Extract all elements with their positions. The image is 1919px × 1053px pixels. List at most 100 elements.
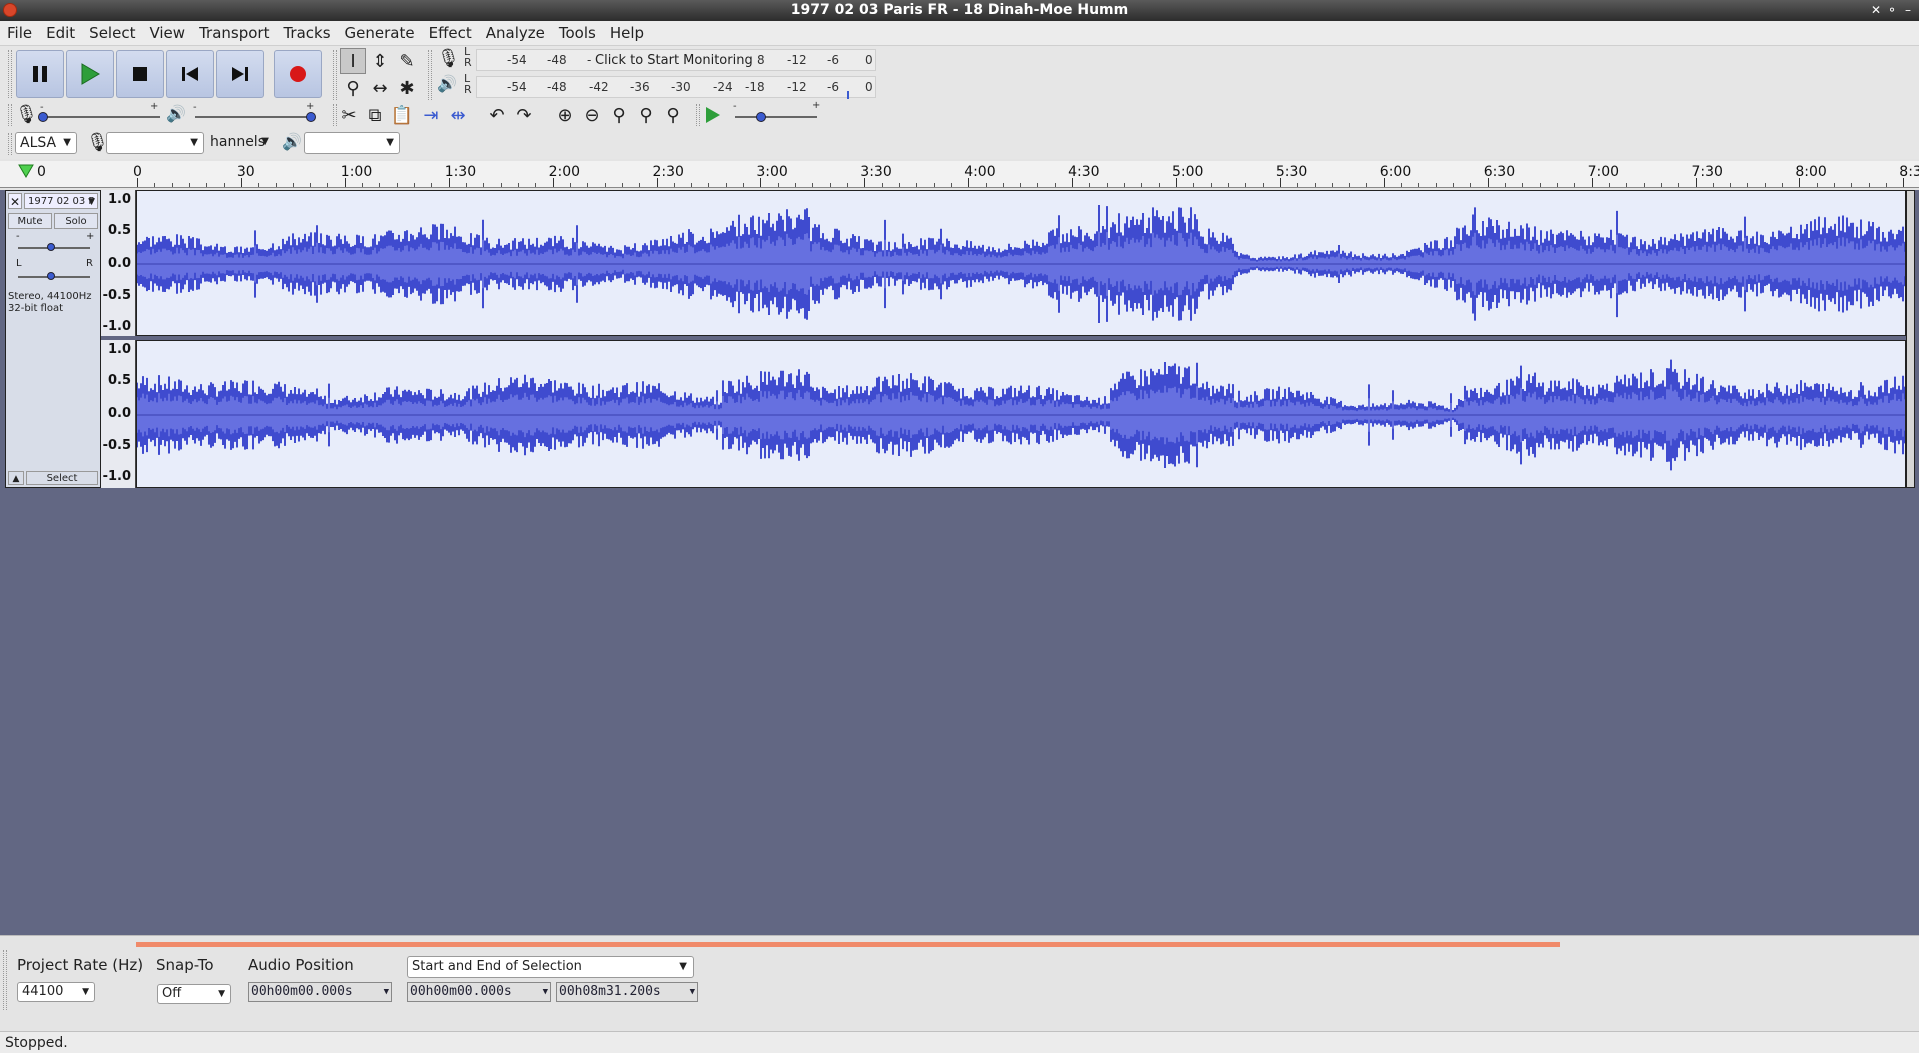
- envelope-tool-button[interactable]: ⇕: [367, 48, 393, 74]
- window-title: 1977 02 03 Paris FR - 18 Dinah-Moe Humm: [790, 2, 1129, 18]
- minimize-window-button[interactable]: –: [1900, 2, 1916, 18]
- play-button[interactable]: [66, 50, 114, 98]
- zoom-out-button[interactable]: ⊖: [579, 102, 605, 128]
- record-channels-select[interactable]: hannels ▼: [206, 132, 274, 154]
- menu-help[interactable]: Help: [603, 21, 651, 45]
- track-name-menu[interactable]: 1977 02 03 P ▼: [24, 193, 98, 209]
- scissors-icon: ✂: [341, 104, 357, 126]
- playback-volume-thumb[interactable]: [306, 112, 316, 122]
- gain-thumb[interactable]: [47, 243, 55, 251]
- timeline-ruler[interactable]: 0 0 30 1:00 1:30 2:00 2:30 3:00 3:30 4:00 4:30 5:0…: [0, 161, 1919, 188]
- skip-to-start-button[interactable]: [166, 50, 214, 98]
- fit-project-button[interactable]: ⚲: [633, 102, 659, 128]
- zoom-in-button[interactable]: ⊕: [552, 102, 578, 128]
- timeshift-tool-button[interactable]: ↔: [367, 75, 393, 101]
- select-track-button[interactable]: Select: [26, 471, 98, 485]
- trim-button[interactable]: ⇥: [418, 102, 444, 128]
- ruler-minor-tick: [1314, 183, 1316, 187]
- draw-tool-button[interactable]: ✎: [394, 48, 420, 74]
- restore-window-button[interactable]: ⚬: [1884, 2, 1900, 18]
- undo-button[interactable]: ↶: [484, 102, 510, 128]
- toolbar-grip[interactable]: [428, 50, 432, 100]
- solo-button[interactable]: Solo: [54, 213, 98, 229]
- selection-mode-value: Start and End of Selection: [412, 959, 582, 974]
- playback-meter[interactable]: -54 -48 -42 -36 -30 -24 -18 -12 -6 0: [476, 76, 876, 99]
- menu-analyze[interactable]: Analyze: [479, 21, 552, 45]
- menu-effect[interactable]: Effect: [422, 21, 479, 45]
- audio-position-field[interactable]: 00h00m00.000s ▼: [248, 982, 392, 1002]
- rec-slider-max: +: [150, 101, 159, 112]
- play-at-speed-button[interactable]: [704, 106, 722, 124]
- chevron-down-icon: ▼: [383, 987, 389, 997]
- playback-device-select[interactable]: ▼: [304, 132, 400, 154]
- record-volume-slider[interactable]: [42, 116, 160, 118]
- zoom-tool-button[interactable]: ⚲: [340, 75, 366, 101]
- selection-start-field[interactable]: 00h00m00.000s ▼: [407, 982, 551, 1002]
- chevron-down-icon: ▼: [386, 137, 394, 148]
- skip-to-end-button[interactable]: [216, 50, 264, 98]
- project-rate-select[interactable]: 44100 ▼: [17, 982, 95, 1002]
- cut-button[interactable]: ✂: [336, 102, 362, 128]
- chevron-down-icon: ▼: [82, 987, 89, 997]
- record-button[interactable]: [274, 50, 322, 98]
- selection-mode-select[interactable]: Start and End of Selection ▼: [407, 956, 694, 978]
- collapse-track-button[interactable]: ▲: [8, 471, 24, 485]
- toolbar-grip[interactable]: [333, 50, 337, 100]
- play-slider-min: -: [193, 102, 197, 113]
- pause-button[interactable]: [16, 50, 64, 98]
- selection-end-field[interactable]: 00h08m31.200s ▼: [556, 982, 698, 1002]
- ruler-minor-tick: [1020, 183, 1022, 187]
- menu-tracks[interactable]: Tracks: [276, 21, 337, 45]
- track-resize-edge[interactable]: [1906, 190, 1915, 488]
- copy-button[interactable]: ⧉: [362, 102, 388, 128]
- ruler-minor-tick: [1885, 183, 1887, 187]
- play-meter-speaker-icon[interactable]: 🔊: [437, 74, 457, 93]
- menu-file[interactable]: File: [0, 21, 39, 45]
- toolbar-grip[interactable]: [8, 50, 12, 98]
- multi-tool-button[interactable]: ✱: [394, 75, 420, 101]
- waveform-left-channel[interactable]: [136, 190, 1906, 336]
- ruler-minor-tick: [1054, 183, 1056, 187]
- zoom-toggle-button[interactable]: ⚲: [660, 102, 686, 128]
- paste-button[interactable]: 📋: [389, 102, 415, 128]
- vertical-ruler-right[interactable]: 1.0 0.5 0.0 -0.5 -1.0: [101, 340, 136, 488]
- start-monitoring-prompt[interactable]: Click to Start Monitoring: [595, 53, 753, 68]
- audio-host-select[interactable]: ALSA ▼: [15, 132, 77, 154]
- vertical-ruler-left[interactable]: 1.0 0.5 0.0 -0.5 -1.0: [101, 190, 136, 336]
- menu-transport[interactable]: Transport: [192, 21, 276, 45]
- record-volume-thumb[interactable]: [38, 112, 48, 122]
- toolbar-grip[interactable]: [3, 950, 7, 1010]
- record-meter-mic-icon[interactable]: 🎙: [437, 48, 460, 69]
- toolbar-grip[interactable]: [696, 104, 700, 126]
- play-speed-thumb[interactable]: [756, 112, 766, 122]
- close-track-button[interactable]: ✕: [8, 193, 22, 209]
- ruler-minor-tick: [1678, 183, 1680, 187]
- track-area[interactable]: ✕ 1977 02 03 P ▼ Mute Solo - + L R Stere…: [0, 190, 1919, 935]
- ruler-minor-tick: [1816, 183, 1818, 187]
- fit-selection-button[interactable]: ⚲: [606, 102, 632, 128]
- waveform-right-channel[interactable]: [136, 340, 1906, 488]
- close-window-button[interactable]: ✕: [1868, 2, 1884, 18]
- play-scale-label: -30: [671, 80, 691, 94]
- redo-button[interactable]: ↷: [511, 102, 537, 128]
- silence-button[interactable]: ⇹: [445, 102, 471, 128]
- menu-tools[interactable]: Tools: [552, 21, 603, 45]
- menu-view[interactable]: View: [142, 21, 192, 45]
- play-head-icon[interactable]: [18, 164, 34, 178]
- menu-generate[interactable]: Generate: [338, 21, 422, 45]
- selection-tool-button[interactable]: I: [340, 48, 366, 74]
- menu-select[interactable]: Select: [82, 21, 142, 45]
- record-meter[interactable]: -54 -48 - Click to Start Monitoring 8 -1…: [476, 49, 876, 71]
- mute-button[interactable]: Mute: [8, 213, 52, 229]
- stop-button[interactable]: [116, 50, 164, 98]
- playback-volume-slider[interactable]: [195, 116, 313, 118]
- pan-thumb[interactable]: [47, 272, 55, 280]
- record-device-select[interactable]: ▼: [106, 132, 204, 154]
- toolbar-grip[interactable]: [8, 133, 12, 155]
- menu-edit[interactable]: Edit: [39, 21, 82, 45]
- ruler-minor-tick: [1834, 183, 1836, 187]
- play-speed-slider[interactable]: [735, 116, 817, 118]
- snap-to-select[interactable]: Off ▼: [157, 984, 231, 1004]
- ruler-minor-tick: [1764, 183, 1766, 187]
- toolbar-grip[interactable]: [8, 104, 12, 126]
